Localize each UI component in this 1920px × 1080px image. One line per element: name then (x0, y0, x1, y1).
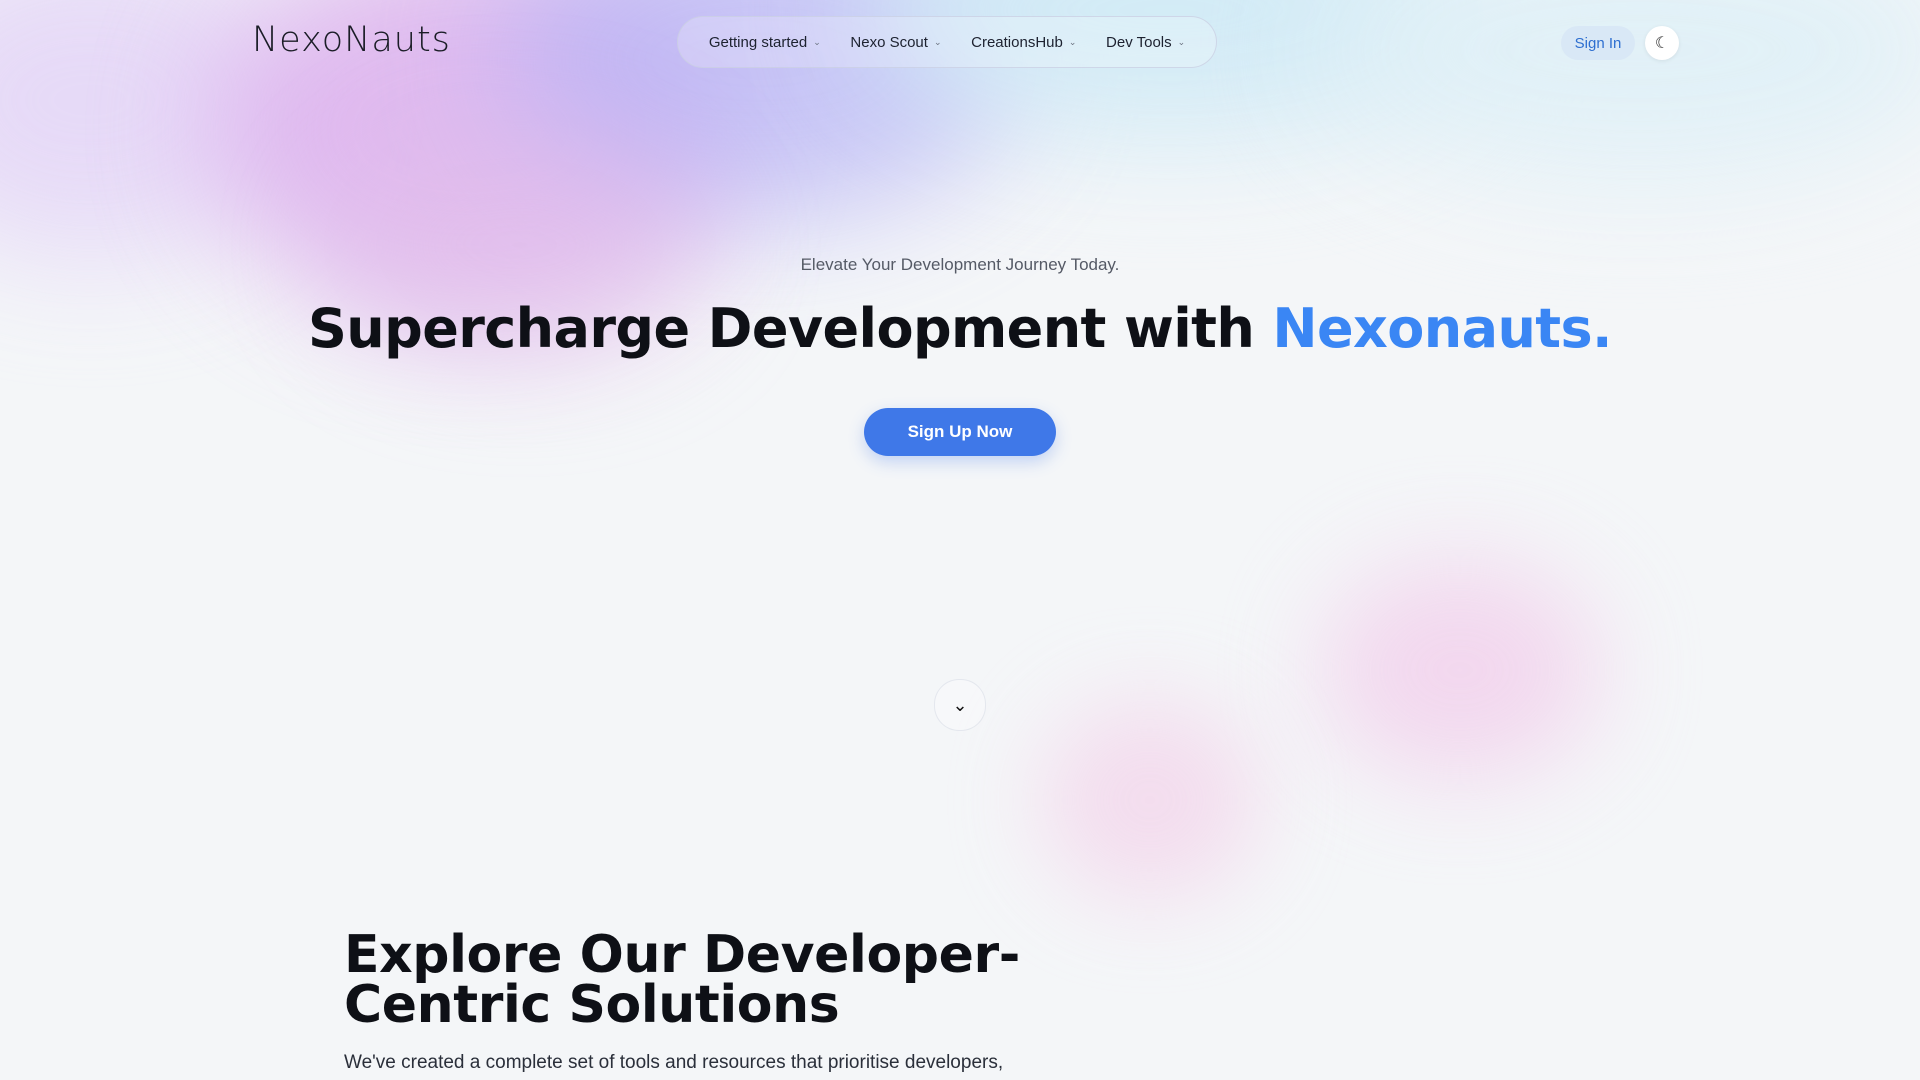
hero-subtitle: Elevate Your Development Journey Today. (800, 255, 1120, 274)
theme-toggle-button[interactable]: ☾ (1645, 26, 1679, 60)
nav-item-getting-started[interactable]: Getting started ⌄ (709, 34, 821, 51)
nav-item-label: CreationsHub (971, 33, 1063, 51)
moon-icon: ☾ (1654, 35, 1670, 52)
landing-page: NexoNauts Getting started ⌄ Nexo Scout ⌄… (0, 0, 1920, 1080)
top-navigation: NexoNauts Getting started ⌄ Nexo Scout ⌄… (0, 0, 1920, 88)
nav-item-label: Nexo Scout (850, 33, 928, 51)
chevron-down-icon: ⌄ (933, 36, 942, 47)
section-title: Explore Our Developer- Centric Solutions (344, 925, 1064, 1035)
nav-item-label: Getting started (708, 33, 808, 51)
section-title-line: Centric Solutions (344, 975, 840, 1035)
sign-up-button[interactable]: Sign Up Now (864, 408, 1056, 456)
background-blob (1320, 560, 1600, 780)
hero-content: Elevate Your Development Journey Today. … (0, 255, 1920, 360)
section-description: We've created a complete set of tools an… (344, 1052, 1004, 1073)
chevron-down-icon: ⌄ (813, 36, 821, 47)
section-title-line: Explore Our Developer- (344, 925, 1020, 985)
hero-title-with: with (1123, 297, 1255, 360)
scroll-down-button[interactable]: ⌄ (934, 679, 986, 731)
chevron-down-icon: ⌄ (1177, 36, 1186, 47)
hero-title: Supercharge Development with Nexonauts. (0, 297, 1920, 360)
hero-title-main: Supercharge Development (308, 297, 1106, 360)
main-menu: Getting started ⌄ Nexo Scout ⌄ Creations… (677, 16, 1217, 68)
nav-item-nexo-scout[interactable]: Nexo Scout ⌄ (850, 34, 941, 51)
nav-item-creationshub[interactable]: CreationsHub ⌄ (971, 34, 1076, 51)
nav-item-label: Dev Tools (1106, 33, 1172, 51)
solutions-section: Explore Our Developer- Centric Solutions… (344, 925, 1064, 1074)
chevron-down-icon: ⌄ (1068, 36, 1077, 47)
hero-title-accent: Nexonauts. (1272, 297, 1612, 360)
brand-logo[interactable]: NexoNauts (252, 20, 451, 60)
background-blob (1040, 700, 1260, 900)
nav-item-dev-tools[interactable]: Dev Tools ⌄ (1106, 34, 1185, 51)
chevron-down-icon: ⌄ (952, 694, 968, 715)
sign-in-button[interactable]: Sign In (1561, 26, 1635, 60)
